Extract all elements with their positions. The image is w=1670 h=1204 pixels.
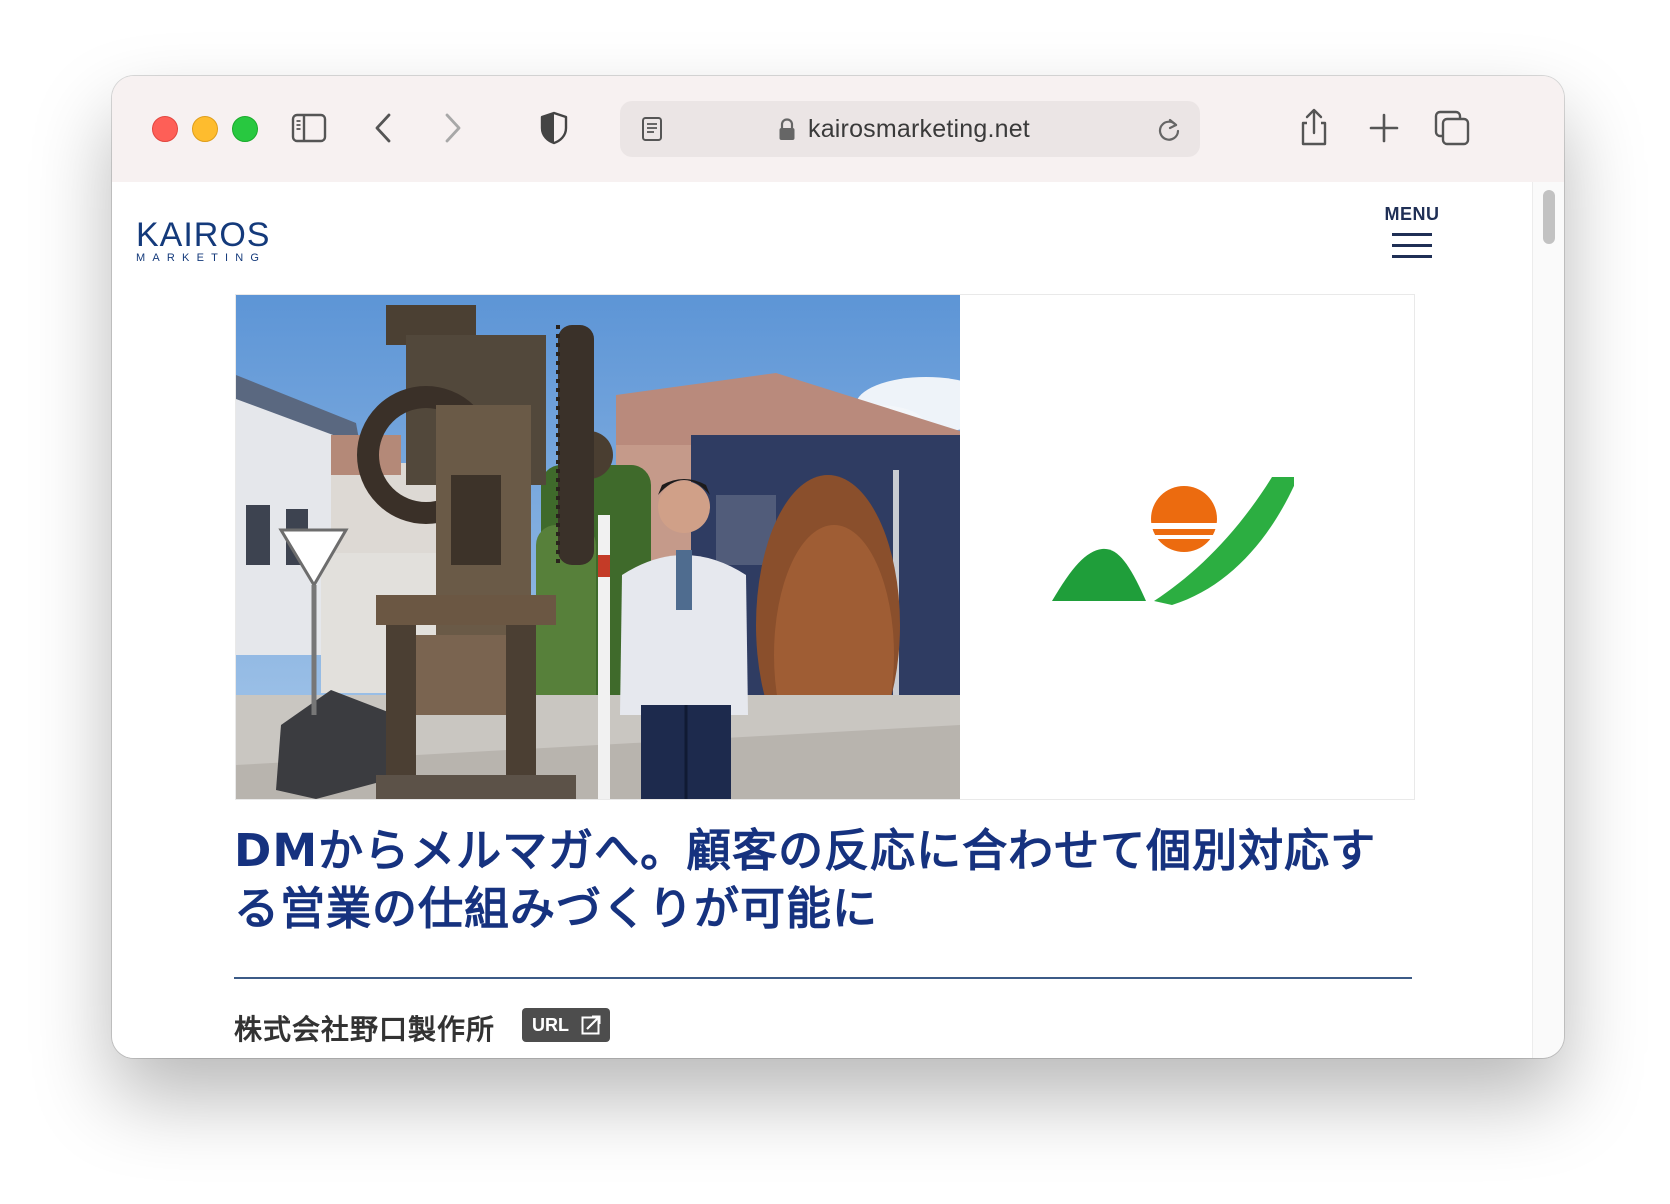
page-scrollbar[interactable] xyxy=(1532,182,1564,1058)
company-logo-mark xyxy=(1052,477,1294,605)
share-icon[interactable] xyxy=(1292,106,1336,150)
url-text[interactable]: kairosmarketing.net xyxy=(808,115,1030,144)
lock-icon xyxy=(779,118,795,140)
reader-icon[interactable] xyxy=(636,113,668,145)
headline-divider xyxy=(234,977,1412,979)
shield-icon[interactable] xyxy=(532,106,576,150)
company-url-button[interactable]: URL xyxy=(522,1008,610,1042)
external-link-icon xyxy=(581,1015,601,1035)
company-name: 株式会社野口製作所 xyxy=(234,1013,496,1046)
new-tab-icon[interactable] xyxy=(1362,106,1406,150)
scrollbar-thumb[interactable] xyxy=(1543,190,1555,244)
minimize-window-button[interactable] xyxy=(192,116,218,142)
logo-wordmark: KAIROS xyxy=(136,216,271,254)
close-window-button[interactable] xyxy=(152,116,178,142)
menu-button[interactable]: MENU xyxy=(1382,204,1442,258)
back-icon[interactable] xyxy=(362,106,406,150)
browser-toolbar: kairosmarketing.net xyxy=(112,76,1564,183)
headline-line-2: る営業の仕組みづくりが可能に xyxy=(234,882,879,935)
zoom-window-button[interactable] xyxy=(232,116,258,142)
reload-icon[interactable] xyxy=(1154,114,1184,144)
tab-overview-icon[interactable] xyxy=(1430,106,1474,150)
headline-line-1: DMからメルマガへ。顧客の反応に合わせて個別対応す xyxy=(234,824,1377,877)
hamburger-icon xyxy=(1382,233,1442,258)
menu-label: MENU xyxy=(1384,204,1440,224)
logo-subtitle: MARKETING xyxy=(136,252,267,264)
browser-window: kairosmarketing.net KAIROS MARKETING MEN xyxy=(112,76,1564,1058)
site-logo[interactable]: KAIROS MARKETING xyxy=(136,218,270,264)
page-content: KAIROS MARKETING MENU DMからメルマガへ。顧客の反応に合わ… xyxy=(112,182,1532,1058)
forward-icon[interactable] xyxy=(430,106,474,150)
hero-image xyxy=(235,294,1415,800)
address-bar[interactable]: kairosmarketing.net xyxy=(620,101,1200,157)
article-headline: DMからメルマガへ。顧客の反応に合わせて個別対応す る営業の仕組みづくりが可能に xyxy=(234,822,1434,938)
url-badge-label: URL xyxy=(532,1015,569,1035)
factory-photo xyxy=(236,295,960,799)
sidebar-icon[interactable] xyxy=(287,106,331,150)
